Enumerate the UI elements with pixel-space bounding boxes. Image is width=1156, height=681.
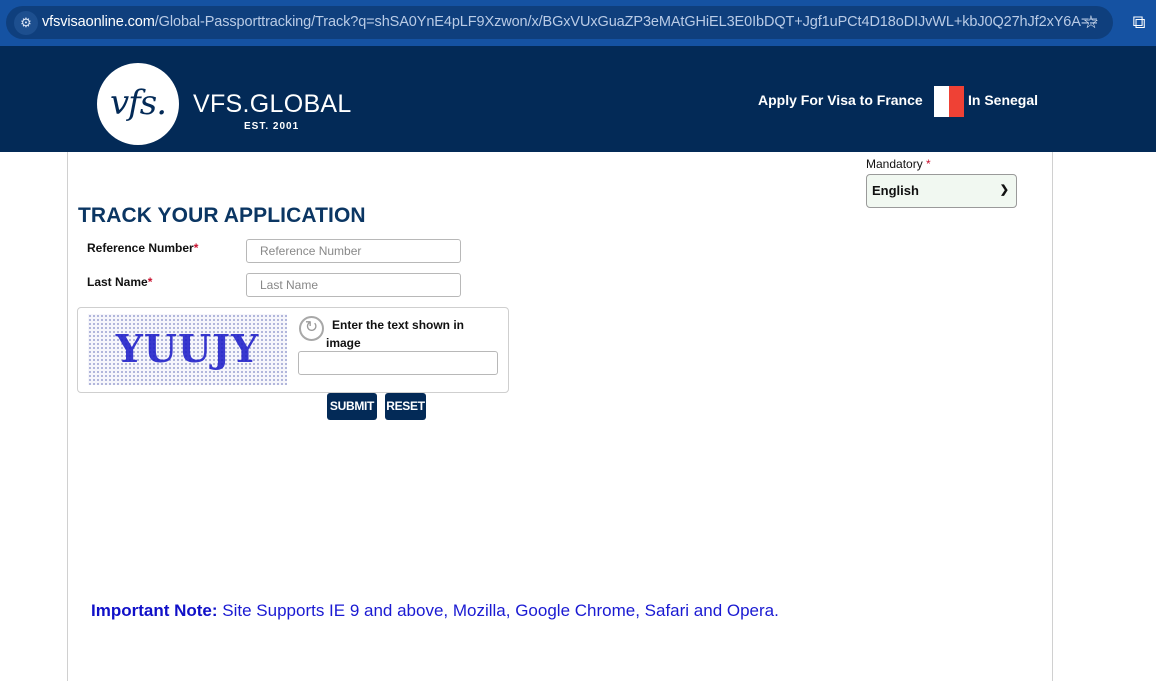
mandatory-label: Mandatory bbox=[866, 157, 923, 171]
france-flag-icon bbox=[934, 86, 964, 117]
star-icon[interactable]: ☆ bbox=[1083, 6, 1099, 39]
captcha-prompt: Enter the text shown in image bbox=[326, 318, 465, 350]
language-select[interactable]: English ❯ bbox=[866, 174, 1017, 208]
language-selected-value: English bbox=[872, 183, 919, 198]
captcha-image: YUUJY bbox=[88, 314, 287, 385]
address-bar[interactable]: ⚙ vfsvisaonline.com/Global-Passporttrack… bbox=[6, 6, 1113, 39]
captcha-input[interactable] bbox=[298, 351, 498, 375]
country-text: In Senegal bbox=[968, 92, 1039, 108]
browser-toolbar: ⚙ vfsvisaonline.com/Global-Passporttrack… bbox=[0, 0, 1156, 46]
site-header: vfs. VFS.GLOBAL EST. 2001 Apply For Visa… bbox=[0, 46, 1156, 152]
page-title: TRACK YOUR APPLICATION bbox=[78, 204, 366, 227]
important-note-text: Site Supports IE 9 and above, Mozilla, G… bbox=[217, 601, 779, 620]
required-mark: * bbox=[926, 157, 931, 171]
required-mark: * bbox=[147, 275, 153, 289]
refresh-captcha-icon[interactable]: ↻ bbox=[299, 316, 324, 341]
important-note: Important Note: Site Supports IE 9 and a… bbox=[91, 601, 779, 621]
language-label: Mandatory * bbox=[866, 157, 931, 171]
brand-name: VFS.GLOBAL bbox=[193, 90, 352, 118]
chevron-down-icon: ❯ bbox=[999, 184, 1009, 196]
tune-icon[interactable]: ⚙ bbox=[14, 11, 38, 35]
important-note-label: Important Note: bbox=[91, 601, 218, 620]
apply-visa-text: Apply For Visa to France bbox=[758, 92, 923, 108]
puzzle-icon[interactable]: ⧉ bbox=[1128, 8, 1150, 36]
vfs-logo[interactable]: vfs. bbox=[97, 63, 179, 145]
reference-label-text: Reference Number bbox=[87, 241, 194, 255]
url-text[interactable]: vfsvisaonline.com/Global-Passporttrackin… bbox=[42, 6, 1098, 39]
reference-number-label: Reference Number* bbox=[87, 241, 198, 255]
required-mark: * bbox=[193, 241, 199, 255]
reset-button[interactable]: RESET bbox=[385, 393, 426, 420]
captcha-image-text: YUUJY bbox=[115, 326, 260, 371]
last-name-input[interactable]: Last Name bbox=[246, 273, 461, 297]
url-path: /Global-Passporttracking/Track?q=shSA0Yn… bbox=[154, 14, 1098, 30]
submit-button[interactable]: SUBMIT bbox=[327, 393, 377, 420]
established-text: EST. 2001 bbox=[244, 121, 300, 132]
last-name-label: Last Name* bbox=[87, 275, 152, 289]
last-name-label-text: Last Name bbox=[87, 275, 148, 289]
url-host: vfsvisaonline.com bbox=[42, 14, 155, 30]
reference-number-input[interactable]: Reference Number bbox=[246, 239, 461, 263]
